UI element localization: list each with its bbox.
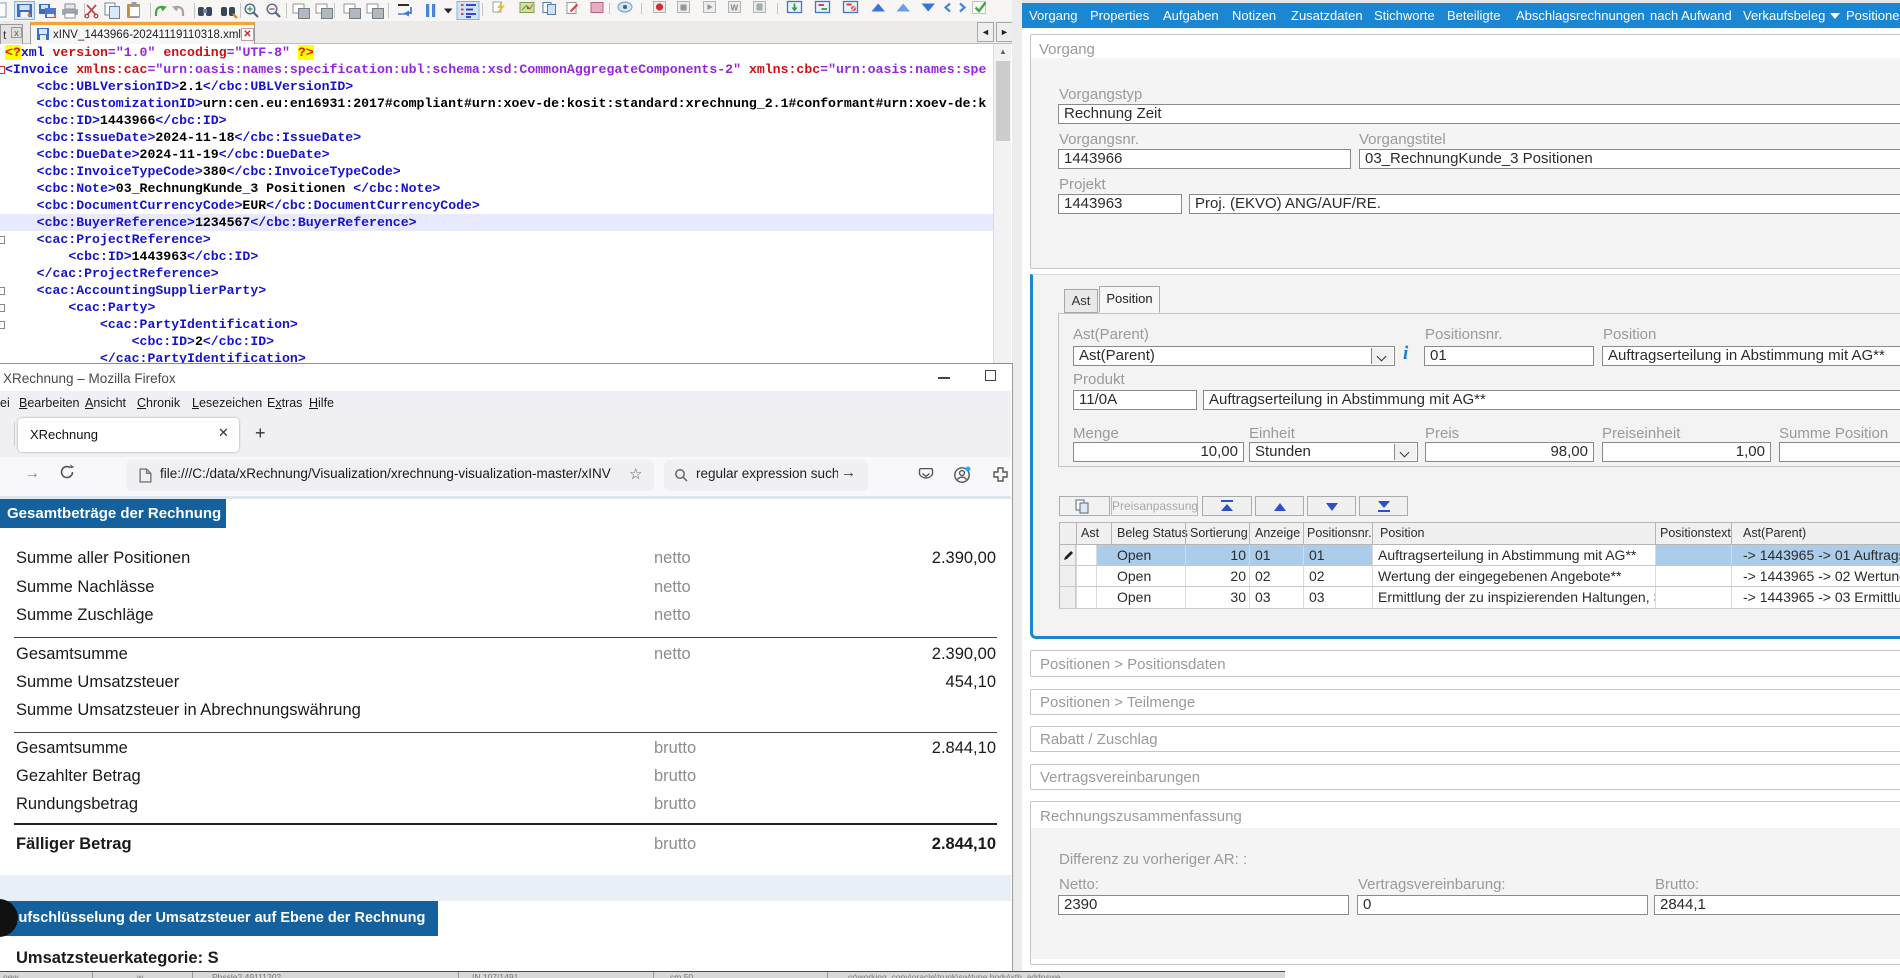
svg-text:W: W	[731, 4, 739, 13]
